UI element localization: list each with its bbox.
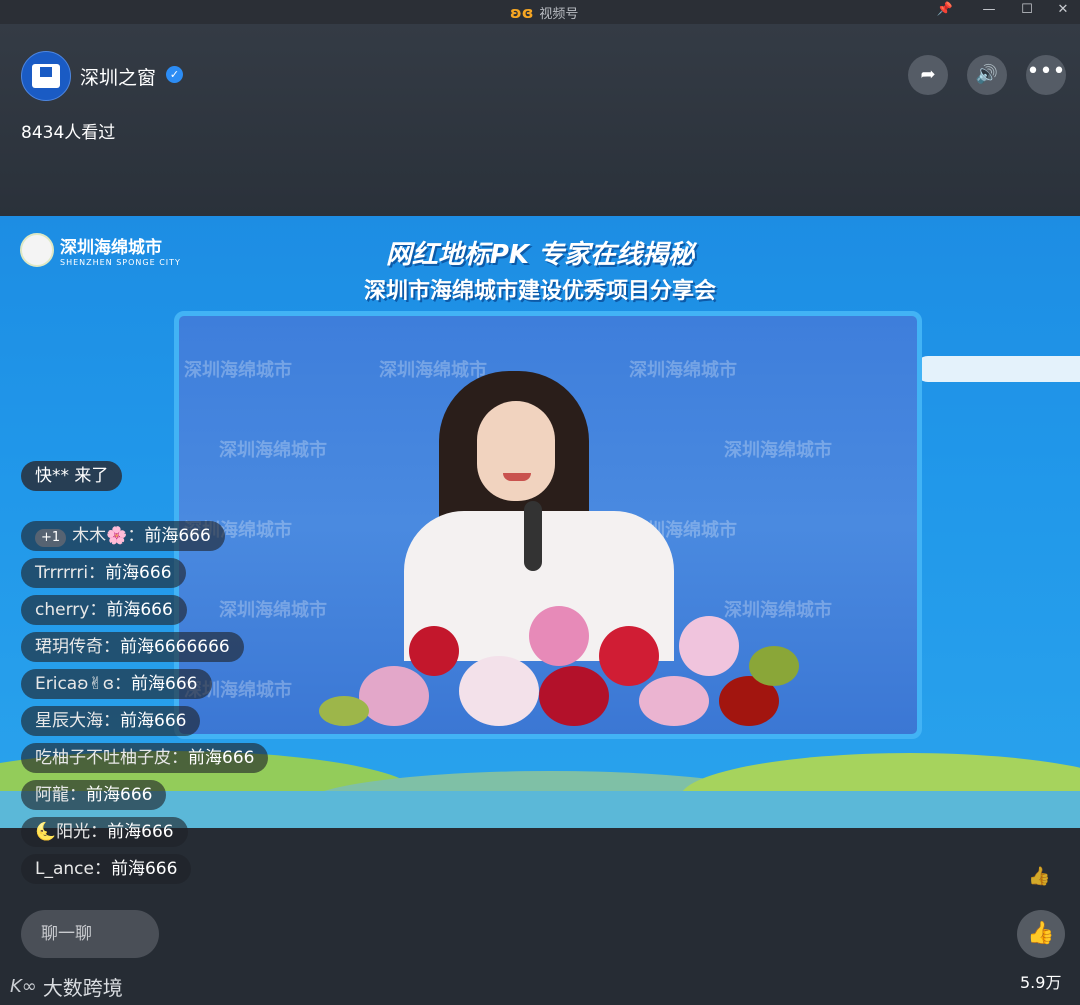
- comment-user: cherry：: [35, 600, 107, 620]
- like-count: 5.9万: [1020, 973, 1062, 992]
- comment-item: 阿龍：前海666: [21, 780, 167, 810]
- cloud-decoration: [915, 356, 1080, 382]
- stage-screen: 深圳海绵城市 深圳海绵城市 深圳海绵城市 深圳海绵城市 深圳海绵城市 深圳海绵城…: [174, 311, 922, 739]
- window-titlebar: ʚɞ 视频号 📌 — ☐ ✕: [0, 0, 1080, 24]
- volume-button[interactable]: 🔊: [967, 55, 1007, 95]
- microphone: [524, 501, 542, 571]
- comment-text: 前海666: [131, 674, 198, 694]
- comment-item: 星辰大海：前海666: [21, 706, 201, 736]
- comment-item: cherry：前海666: [21, 595, 187, 625]
- watermark-text: 大数跨境: [42, 976, 123, 1000]
- comment-text: 前海666: [105, 563, 172, 583]
- backdrop-watermark: 深圳海绵城市: [219, 440, 327, 461]
- maximize-button[interactable]: ☐: [1012, 0, 1042, 24]
- channel-name[interactable]: 深圳之窗: [80, 63, 156, 90]
- comment-item: 吃柚子不吐柚子皮：前海666: [21, 743, 269, 773]
- comment-text: 前海666: [120, 711, 187, 731]
- comment-item: 珺玥传奇：前海6666666: [21, 632, 244, 662]
- butterfly-icon: ʚɞ: [510, 3, 534, 22]
- comment-user: 星辰大海：: [35, 711, 120, 731]
- watermark-logo-icon: K∞: [10, 976, 37, 997]
- comment-text: 前海6666666: [120, 637, 230, 657]
- floating-like-icon: 👍: [1028, 866, 1051, 887]
- verified-icon: ✓: [166, 66, 183, 83]
- comment-item: 🌜阳光：前海666: [21, 817, 188, 847]
- comment-item: Trrrrrri：前海666: [21, 558, 186, 588]
- comment-item: Ericaʚ✌ɞ：前海666: [21, 669, 212, 699]
- comment-text: 前海666: [144, 526, 211, 546]
- backdrop-watermark: 深圳海绵城市: [724, 440, 832, 461]
- comment-user: 吃柚子不吐柚子皮：: [35, 748, 188, 768]
- comment-user: Ericaʚ✌ɞ：: [35, 674, 132, 694]
- comment-text: 前海666: [106, 600, 173, 620]
- comment-user: L_ance：: [35, 859, 111, 879]
- comment-user: Trrrrrri：: [35, 563, 106, 583]
- comment-text: 前海666: [188, 748, 255, 768]
- chat-input[interactable]: 聊一聊: [21, 910, 159, 958]
- more-button[interactable]: •••: [1026, 55, 1066, 95]
- comment-text: 前海666: [110, 859, 178, 879]
- event-banner-line1: 网红地标PK 专家在线揭秘: [385, 240, 695, 270]
- comment-text: 前海666: [107, 822, 174, 842]
- source-watermark: K∞ 大数跨境: [10, 972, 123, 1001]
- event-banner-line2: 深圳市海绵城市建设优秀项目分享会: [363, 279, 716, 304]
- pin-icon[interactable]: 📌: [930, 0, 960, 24]
- backdrop-watermark: 深圳海绵城市: [184, 360, 292, 381]
- channel-avatar[interactable]: [21, 51, 71, 101]
- comment-user: 阿龍：: [35, 785, 86, 805]
- comment-badge: +1: [35, 529, 67, 547]
- like-button[interactable]: 👍: [1017, 910, 1065, 958]
- comment-user: 珺玥传奇：: [35, 637, 120, 657]
- comment-item: L_ance：前海666: [21, 854, 192, 884]
- share-icon: ➦: [920, 64, 936, 85]
- flower-bouquet: [299, 586, 799, 734]
- comment-text: 前海666: [86, 785, 153, 805]
- app-title-text: 视频号: [539, 7, 579, 22]
- share-button[interactable]: ➦: [908, 55, 948, 95]
- comment-item: +1 木木🌸：前海666: [21, 521, 225, 551]
- minimize-button[interactable]: —: [974, 0, 1004, 24]
- close-button[interactable]: ✕: [1048, 0, 1078, 24]
- join-notification: 快** 来了: [21, 461, 123, 491]
- comment-user: 🌜阳光：: [35, 822, 108, 842]
- speaker-icon: 🔊: [975, 64, 999, 85]
- viewer-count: 8434人看过: [21, 123, 116, 143]
- comment-user: 木木🌸：: [72, 526, 145, 546]
- thumbs-up-icon: 👍: [1027, 921, 1055, 946]
- more-icon: •••: [1026, 59, 1066, 84]
- app-title: ʚɞ 视频号: [510, 3, 578, 22]
